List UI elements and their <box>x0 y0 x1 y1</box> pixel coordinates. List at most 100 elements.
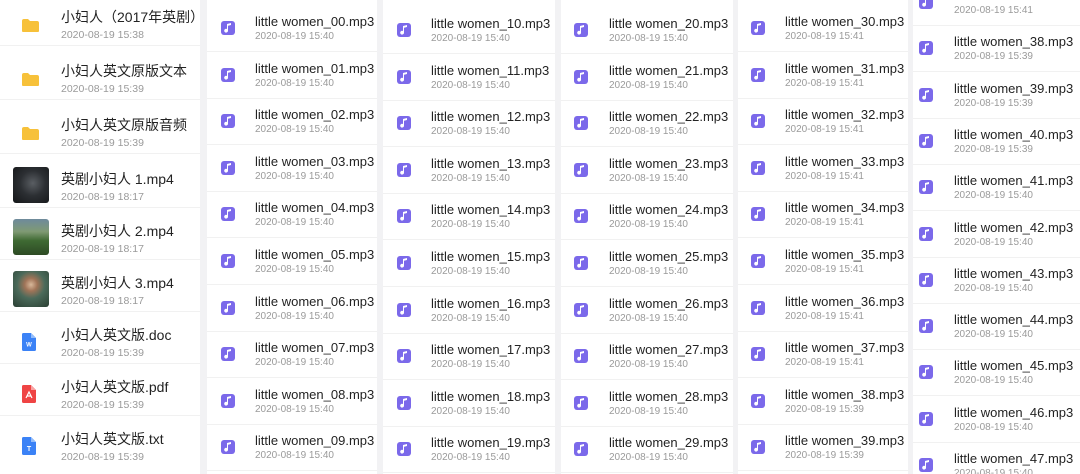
list-item[interactable]: little women_47.mp3 2020-08-19 15:40 <box>913 443 1080 474</box>
list-item[interactable]: little women_16.mp3 2020-08-19 15:40 <box>383 288 555 334</box>
file-name: little women_13.mp3 <box>431 155 551 171</box>
music-file-icon <box>221 67 235 82</box>
file-date: 2020-08-19 15:40 <box>954 190 1033 202</box>
music-file-icon <box>751 347 765 362</box>
list-item[interactable]: little women_10.mp3 2020-08-19 15:40 <box>383 8 555 54</box>
file-name: little women_02.mp3 <box>255 107 375 123</box>
music-file-icon <box>919 411 933 426</box>
music-file-icon <box>397 395 411 410</box>
list-item[interactable]: 小妇人英文版.pdf 2020-08-19 15:39 <box>0 370 200 416</box>
music-file-icon <box>919 319 933 334</box>
music-file-icon <box>221 207 235 222</box>
list-item[interactable]: little women_17.mp3 2020-08-19 15:40 <box>383 334 555 381</box>
file-date: 2020-08-19 15:40 <box>431 126 510 138</box>
list-item[interactable]: T 小妇人英文版.txt 2020-08-19 15:39 <box>0 422 200 468</box>
music-file-icon <box>751 21 765 35</box>
list-item[interactable]: little women_30.mp3 2020-08-19 15:41 <box>738 6 908 52</box>
list-item[interactable]: little women_19.mp3 2020-08-19 15:40 <box>383 427 555 474</box>
music-file-icon <box>221 160 235 175</box>
file-name: little women_46.mp3 <box>954 404 1074 420</box>
list-item[interactable]: 小妇人（2017年英剧） 2020-08-19 15:38 <box>0 0 200 46</box>
list-item[interactable]: little women_13.mp3 2020-08-19 15:40 <box>383 148 555 194</box>
list-item[interactable]: 英剧小妇人 3.mp4 2020-08-19 18:17 <box>0 266 200 312</box>
file-date: 2020-08-19 15:39 <box>954 143 1033 155</box>
list-item[interactable]: little women_00.mp3 2020-08-19 15:40 <box>207 6 377 52</box>
file-date: 2020-08-19 18:17 <box>61 243 144 255</box>
list-item[interactable]: 英剧小妇人 1.mp4 2020-08-19 18:17 <box>0 162 200 208</box>
divider <box>0 363 200 364</box>
list-item[interactable]: little women_38.mp3 2020-08-19 15:39 <box>738 379 908 425</box>
list-item[interactable]: little women_07.mp3 2020-08-19 15:40 <box>207 332 377 379</box>
list-item[interactable]: little women_34.mp3 2020-08-19 15:41 <box>738 192 908 239</box>
list-item[interactable]: little women_06.mp3 2020-08-19 15:40 <box>207 286 377 332</box>
file-name: little women_14.mp3 <box>431 202 551 218</box>
list-item[interactable]: little women_38.mp3 2020-08-19 15:39 <box>913 26 1080 73</box>
file-date: 2020-08-19 15:39 <box>61 137 144 149</box>
file-name: little women_44.mp3 <box>954 312 1074 328</box>
file-name: little women_05.mp3 <box>255 247 375 262</box>
file-panel-4: little women_20.mp3 2020-08-19 15:40 littl… <box>561 0 733 474</box>
file-date: 2020-08-19 15:40 <box>609 219 688 231</box>
list-item[interactable]: 小妇人英文原版文本 2020-08-19 15:39 <box>0 54 200 100</box>
list-item[interactable]: little women_20.mp3 2020-08-19 15:40 <box>561 8 733 54</box>
list-item[interactable]: little women_22.mp3 2020-08-19 15:40 <box>561 101 733 148</box>
list-item[interactable]: little women_15.mp3 2020-08-19 15:40 <box>383 241 555 287</box>
list-item[interactable]: little women_03.mp3 2020-08-19 15:40 <box>207 146 377 192</box>
list-item[interactable]: little women_24.mp3 2020-08-19 15:40 <box>561 194 733 241</box>
file-name: little women_01.mp3 <box>255 60 375 76</box>
file-date: 2020-08-19 15:40 <box>954 468 1033 474</box>
list-item[interactable]: little women_37.mp3 2020-08-19 15:41 <box>738 332 908 379</box>
list-item[interactable]: little women_26.mp3 2020-08-19 15:40 <box>561 288 733 334</box>
file-name: little women_04.mp3 <box>255 200 375 216</box>
list-item[interactable]: W 小妇人英文版.doc 2020-08-19 15:39 <box>0 318 200 364</box>
list-item[interactable]: little women_31.mp3 2020-08-19 15:41 <box>738 53 908 99</box>
list-item[interactable]: little women_12.mp3 2020-08-19 15:40 <box>383 101 555 148</box>
list-item[interactable]: little women_32.mp3 2020-08-19 15:41 <box>738 99 908 146</box>
file-name: 小妇人英文版.doc <box>61 327 172 343</box>
list-item[interactable]: little women_05.mp3 2020-08-19 15:40 <box>207 239 377 285</box>
list-item[interactable]: 英剧小妇人 2.mp4 2020-08-19 18:17 <box>0 214 200 260</box>
list-item[interactable]: little women_39.mp3 2020-08-19 15:39 <box>913 73 1080 119</box>
file-name: little women_43.mp3 <box>954 265 1074 281</box>
list-item[interactable]: little women_25.mp3 2020-08-19 15:40 <box>561 241 733 287</box>
file-name: little women_25.mp3 <box>609 249 729 264</box>
list-item[interactable]: little women_36.mp3 2020-08-19 15:41 <box>738 286 908 332</box>
list-item[interactable]: little women_08.mp3 2020-08-19 15:40 <box>207 379 377 425</box>
list-item[interactable]: 小妇人英文原版音频 2020-08-19 15:39 <box>0 108 200 154</box>
divider <box>0 311 200 312</box>
list-item[interactable]: little women_42.mp3 2020-08-19 15:40 <box>913 212 1080 258</box>
list-item[interactable]: little women_23.mp3 2020-08-19 15:40 <box>561 148 733 194</box>
list-item[interactable]: little women_41.mp3 2020-08-19 15:40 <box>913 165 1080 212</box>
list-item[interactable]: little women_09.mp3 2020-08-19 15:40 <box>207 425 377 472</box>
list-item[interactable]: little women_21.mp3 2020-08-19 15:40 <box>561 55 733 101</box>
list-item[interactable]: little women_04.mp3 2020-08-19 15:40 <box>207 192 377 239</box>
list-item[interactable]: little women_46.mp3 2020-08-19 15:40 <box>913 397 1080 443</box>
music-file-icon <box>919 272 933 287</box>
file-name: little women_34.mp3 <box>785 200 905 216</box>
list-item[interactable]: little women_39.mp3 2020-08-19 15:39 <box>738 425 908 472</box>
file-date: 2020-08-19 15:39 <box>61 451 144 463</box>
file-name: little women_12.mp3 <box>431 109 551 125</box>
list-item[interactable]: little women_11.mp3 2020-08-19 15:40 <box>383 55 555 101</box>
list-item[interactable]: 2020-08-19 15:41 <box>913 0 1080 26</box>
list-item[interactable]: little women_40.mp3 2020-08-19 15:39 <box>913 119 1080 165</box>
file-date: 2020-08-19 15:40 <box>609 359 688 371</box>
music-file-icon <box>751 160 765 175</box>
file-date: 2020-08-19 15:40 <box>431 312 510 324</box>
list-item[interactable]: little women_18.mp3 2020-08-19 15:40 <box>383 381 555 427</box>
file-name: little women_36.mp3 <box>785 293 905 309</box>
list-item[interactable]: little women_14.mp3 2020-08-19 15:40 <box>383 194 555 241</box>
music-file-icon <box>221 347 235 362</box>
list-item[interactable]: little women_43.mp3 2020-08-19 15:40 <box>913 258 1080 304</box>
list-item[interactable]: little women_44.mp3 2020-08-19 15:40 <box>913 304 1080 351</box>
list-item[interactable]: little women_29.mp3 2020-08-19 15:40 <box>561 427 733 474</box>
list-item[interactable]: little women_27.mp3 2020-08-19 15:40 <box>561 334 733 381</box>
file-name: little women_22.mp3 <box>609 109 729 125</box>
list-item[interactable]: little women_28.mp3 2020-08-19 15:40 <box>561 381 733 427</box>
file-date: 2020-08-19 15:41 <box>785 77 864 89</box>
list-item[interactable]: little women_33.mp3 2020-08-19 15:41 <box>738 146 908 192</box>
list-item[interactable]: little women_45.mp3 2020-08-19 15:40 <box>913 350 1080 397</box>
list-item[interactable]: little women_01.mp3 2020-08-19 15:40 <box>207 53 377 99</box>
list-item[interactable]: little women_35.mp3 2020-08-19 15:41 <box>738 239 908 285</box>
list-item[interactable]: little women_02.mp3 2020-08-19 15:40 <box>207 99 377 146</box>
